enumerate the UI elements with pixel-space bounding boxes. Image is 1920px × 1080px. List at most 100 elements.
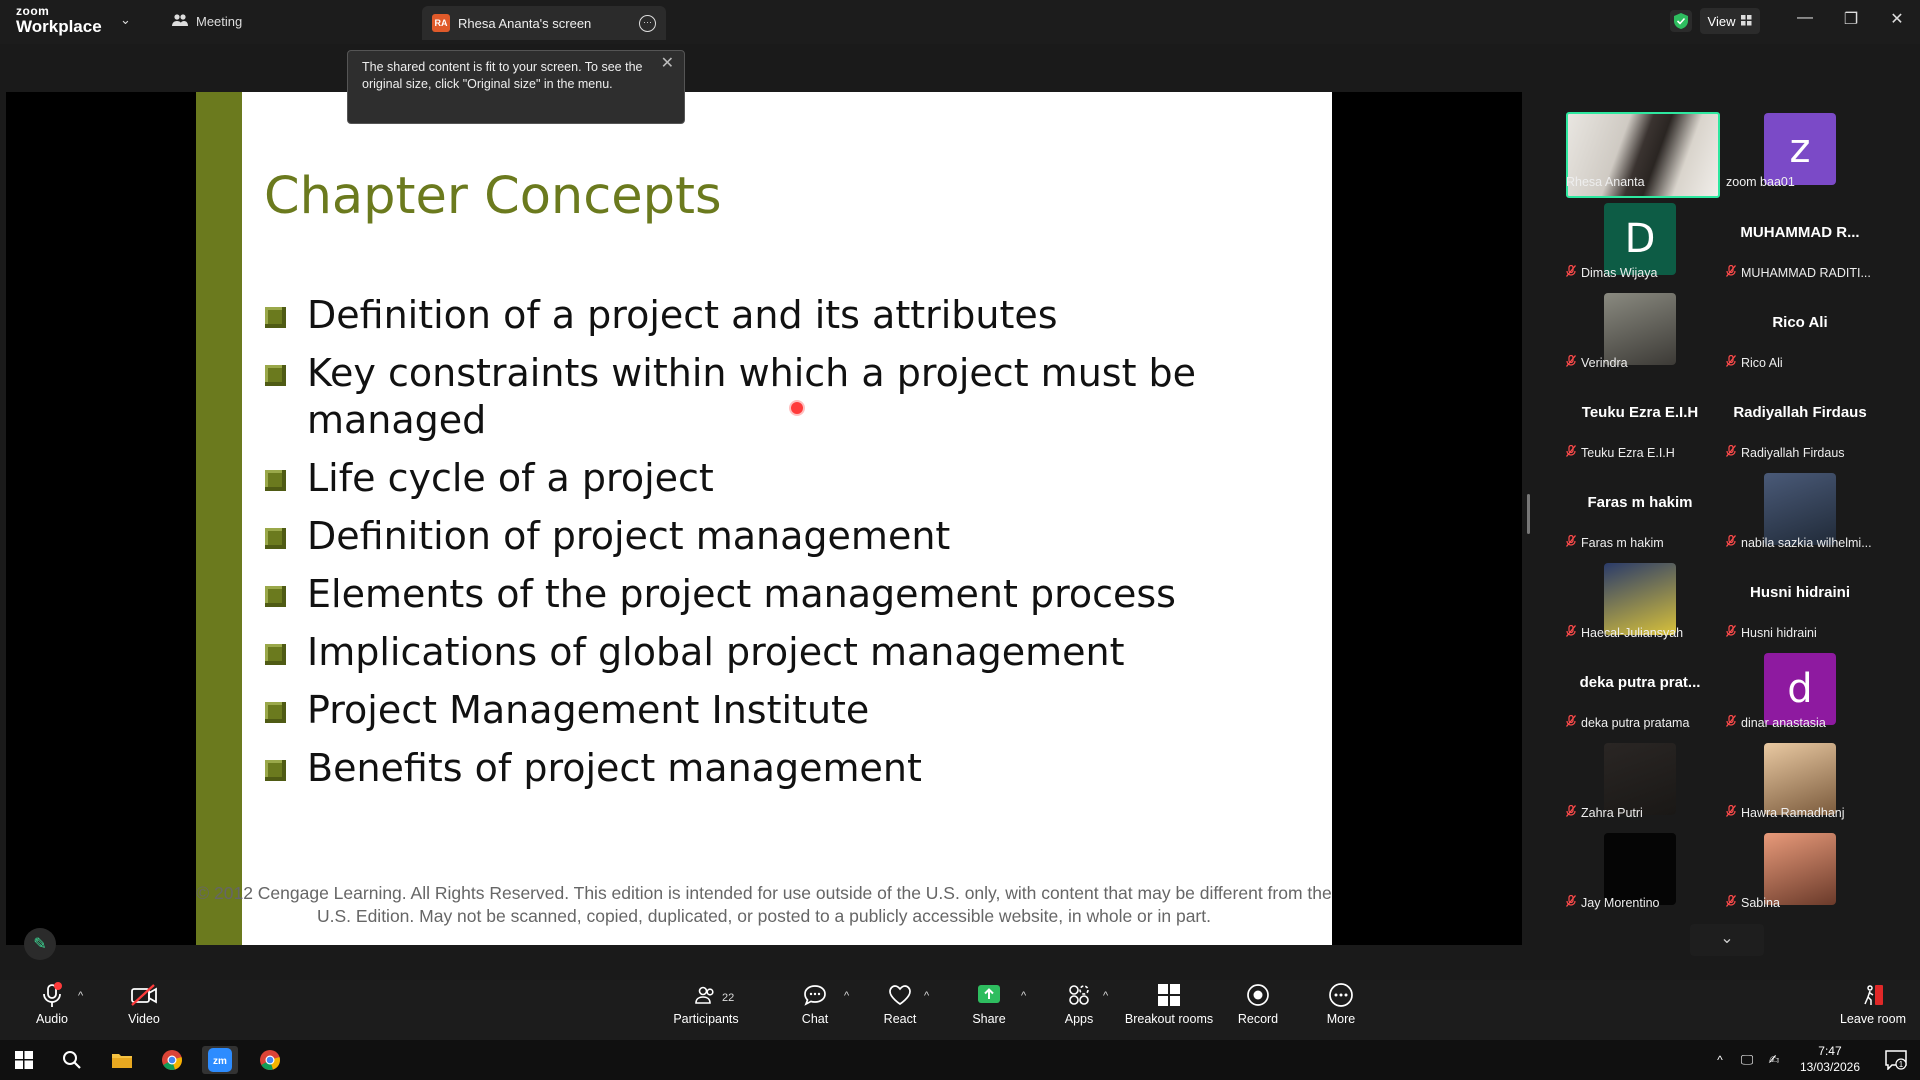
- search-icon[interactable]: [54, 1046, 90, 1074]
- svg-text:zm: zm: [213, 1056, 227, 1067]
- audio-options-caret-icon[interactable]: ^: [78, 990, 83, 1002]
- participant-name-label: Verindra: [1566, 355, 1716, 370]
- panel-resize-handle[interactable]: [1527, 494, 1530, 534]
- encryption-shield-icon[interactable]: [1670, 10, 1692, 32]
- apps-icon: [1054, 980, 1104, 1010]
- pen-tray-icon[interactable]: ✍: [1762, 1046, 1786, 1074]
- video-button[interactable]: Video: [120, 980, 168, 1026]
- participant-name-text: Verindra: [1581, 355, 1628, 370]
- participant-tile[interactable]: nabila sazkia wilhelmi...: [1720, 468, 1880, 554]
- participant-name-label: Jay Morentino: [1566, 895, 1716, 910]
- participant-tile[interactable]: Husni hidraini Husni hidraini: [1720, 558, 1880, 644]
- participant-tile[interactable]: Hawra Ramadhanj: [1720, 738, 1880, 824]
- meeting-menu[interactable]: Meeting: [172, 13, 242, 30]
- bullet-text: Key constraints within which a project m…: [307, 351, 1197, 442]
- participant-name-text: Hawra Ramadhanj: [1741, 805, 1845, 820]
- square-bullet-icon: [265, 470, 286, 491]
- bullet-text: Definition of project management: [307, 514, 951, 558]
- more-button[interactable]: More: [1316, 980, 1366, 1026]
- participant-name-label: MUHAMMAD RADITI...: [1726, 265, 1876, 280]
- view-button[interactable]: View: [1700, 8, 1760, 34]
- close-icon[interactable]: ✕: [661, 55, 674, 72]
- participant-tile[interactable]: Radiyallah Firdaus Radiyallah Firdaus: [1720, 378, 1880, 464]
- muted-mic-icon: [1726, 895, 1737, 910]
- square-bullet-icon: [265, 644, 286, 665]
- record-button[interactable]: Record: [1233, 980, 1283, 1026]
- participant-tile[interactable]: Rico Ali Rico Ali: [1720, 288, 1880, 374]
- participant-name-label: Husni hidraini: [1726, 625, 1876, 640]
- participants-label: Participants: [673, 1012, 739, 1026]
- participant-name-label: Zahra Putri: [1566, 805, 1716, 820]
- share-options-caret-icon[interactable]: ^: [1021, 990, 1026, 1002]
- close-window-icon[interactable]: ✕: [1882, 9, 1912, 29]
- heart-icon: [875, 980, 925, 1010]
- muted-mic-icon: [1726, 355, 1737, 370]
- clock-time: 7:47: [1818, 1044, 1842, 1058]
- chat-options-caret-icon[interactable]: ^: [844, 990, 849, 1002]
- chat-label: Chat: [801, 1012, 829, 1026]
- participant-name-text: Faras m hakim: [1581, 535, 1664, 550]
- more-options-icon[interactable]: ···: [639, 15, 656, 32]
- view-label: View: [1707, 13, 1736, 29]
- participant-tile[interactable]: z zoom baa01: [1720, 108, 1880, 194]
- zoom-app-icon[interactable]: zm: [202, 1046, 238, 1074]
- notifications-icon[interactable]: 1: [1878, 1046, 1914, 1074]
- participant-tile[interactable]: MUHAMMAD R... MUHAMMAD RADITI...: [1720, 198, 1880, 284]
- participant-tile[interactable]: Teuku Ezra E.I.H Teuku Ezra E.I.H: [1560, 378, 1720, 464]
- windows-start-icon[interactable]: [6, 1046, 42, 1074]
- tray-overflow-chevron-icon[interactable]: ^: [1710, 1046, 1730, 1074]
- annotate-pen-icon[interactable]: ✎: [24, 928, 56, 960]
- slide-bullet: Definition of a project and its attribut…: [263, 292, 1313, 339]
- react-label: React: [883, 1012, 917, 1026]
- muted-mic-icon: [1726, 805, 1737, 820]
- sharer-initials-avatar: RA: [432, 14, 450, 32]
- fit-to-screen-notice: The shared content is fit to your screen…: [347, 50, 685, 124]
- breakout-rooms-label: Breakout rooms: [1124, 1012, 1214, 1026]
- chrome-icon[interactable]: [154, 1046, 190, 1074]
- participant-name-label: Teuku Ezra E.I.H: [1566, 445, 1716, 460]
- slide-bullet: Key constraints within which a project m…: [263, 350, 1313, 444]
- zoom-workplace-logo[interactable]: zoom Workplace: [16, 5, 102, 35]
- video-off-icon: [120, 980, 168, 1010]
- record-label: Record: [1237, 1012, 1279, 1026]
- file-explorer-icon[interactable]: [104, 1046, 140, 1074]
- participant-tile[interactable]: Jay Morentino: [1560, 828, 1720, 914]
- apps-button[interactable]: Apps: [1054, 980, 1104, 1026]
- participant-tile[interactable]: Faras m hakim Faras m hakim: [1560, 468, 1720, 554]
- participant-tile[interactable]: Sabina: [1720, 828, 1880, 914]
- apps-options-caret-icon[interactable]: ^: [1103, 990, 1108, 1002]
- participant-display-name: MUHAMMAD R...: [1740, 224, 1860, 241]
- chevron-down-icon[interactable]: ⌄: [120, 12, 131, 28]
- muted-mic-icon: [1726, 535, 1737, 550]
- network-icon[interactable]: 🖵: [1735, 1046, 1759, 1074]
- chrome-window-icon[interactable]: [252, 1046, 288, 1074]
- square-bullet-icon: [265, 528, 286, 549]
- participant-display-name: Faras m hakim: [1587, 494, 1693, 511]
- shared-screen-tab[interactable]: RA Rhesa Ananta's screen ···: [422, 6, 666, 40]
- participant-tile[interactable]: Zahra Putri: [1560, 738, 1720, 824]
- gallery-scroll-down-icon[interactable]: ⌄: [1690, 924, 1764, 956]
- participant-tile[interactable]: d dinar anastasia: [1720, 648, 1880, 734]
- react-options-caret-icon[interactable]: ^: [924, 990, 929, 1002]
- breakout-rooms-button[interactable]: Breakout rooms: [1122, 980, 1216, 1026]
- participant-tile[interactable]: D Dimas Wijaya: [1560, 198, 1720, 284]
- share-button[interactable]: Share: [964, 980, 1014, 1026]
- participant-tile[interactable]: Rhesa Ananta: [1560, 108, 1720, 198]
- participant-tile[interactable]: Haecal-Juliansyah: [1560, 558, 1720, 644]
- more-label: More: [1326, 1012, 1356, 1026]
- audio-button[interactable]: Audio: [28, 980, 76, 1026]
- react-button[interactable]: React: [875, 980, 925, 1026]
- square-bullet-icon: [265, 365, 286, 386]
- chat-button[interactable]: Chat: [790, 980, 840, 1026]
- participant-name-text: deka putra pratama: [1581, 715, 1690, 730]
- maximize-window-icon[interactable]: ❐: [1836, 9, 1866, 29]
- slide-bullet: Definition of project management: [263, 513, 1313, 560]
- participant-tile[interactable]: Verindra: [1560, 288, 1720, 374]
- system-clock[interactable]: 7:47 13/03/2026: [1800, 1043, 1860, 1075]
- logo-workplace-text: Workplace: [16, 17, 102, 36]
- minimize-window-icon[interactable]: —: [1790, 9, 1820, 27]
- participant-tile[interactable]: deka putra prat... deka putra pratama: [1560, 648, 1720, 734]
- bullet-text: Benefits of project management: [307, 746, 922, 790]
- leave-room-button[interactable]: Leave room: [1836, 980, 1910, 1026]
- video-label: Video: [128, 1012, 160, 1026]
